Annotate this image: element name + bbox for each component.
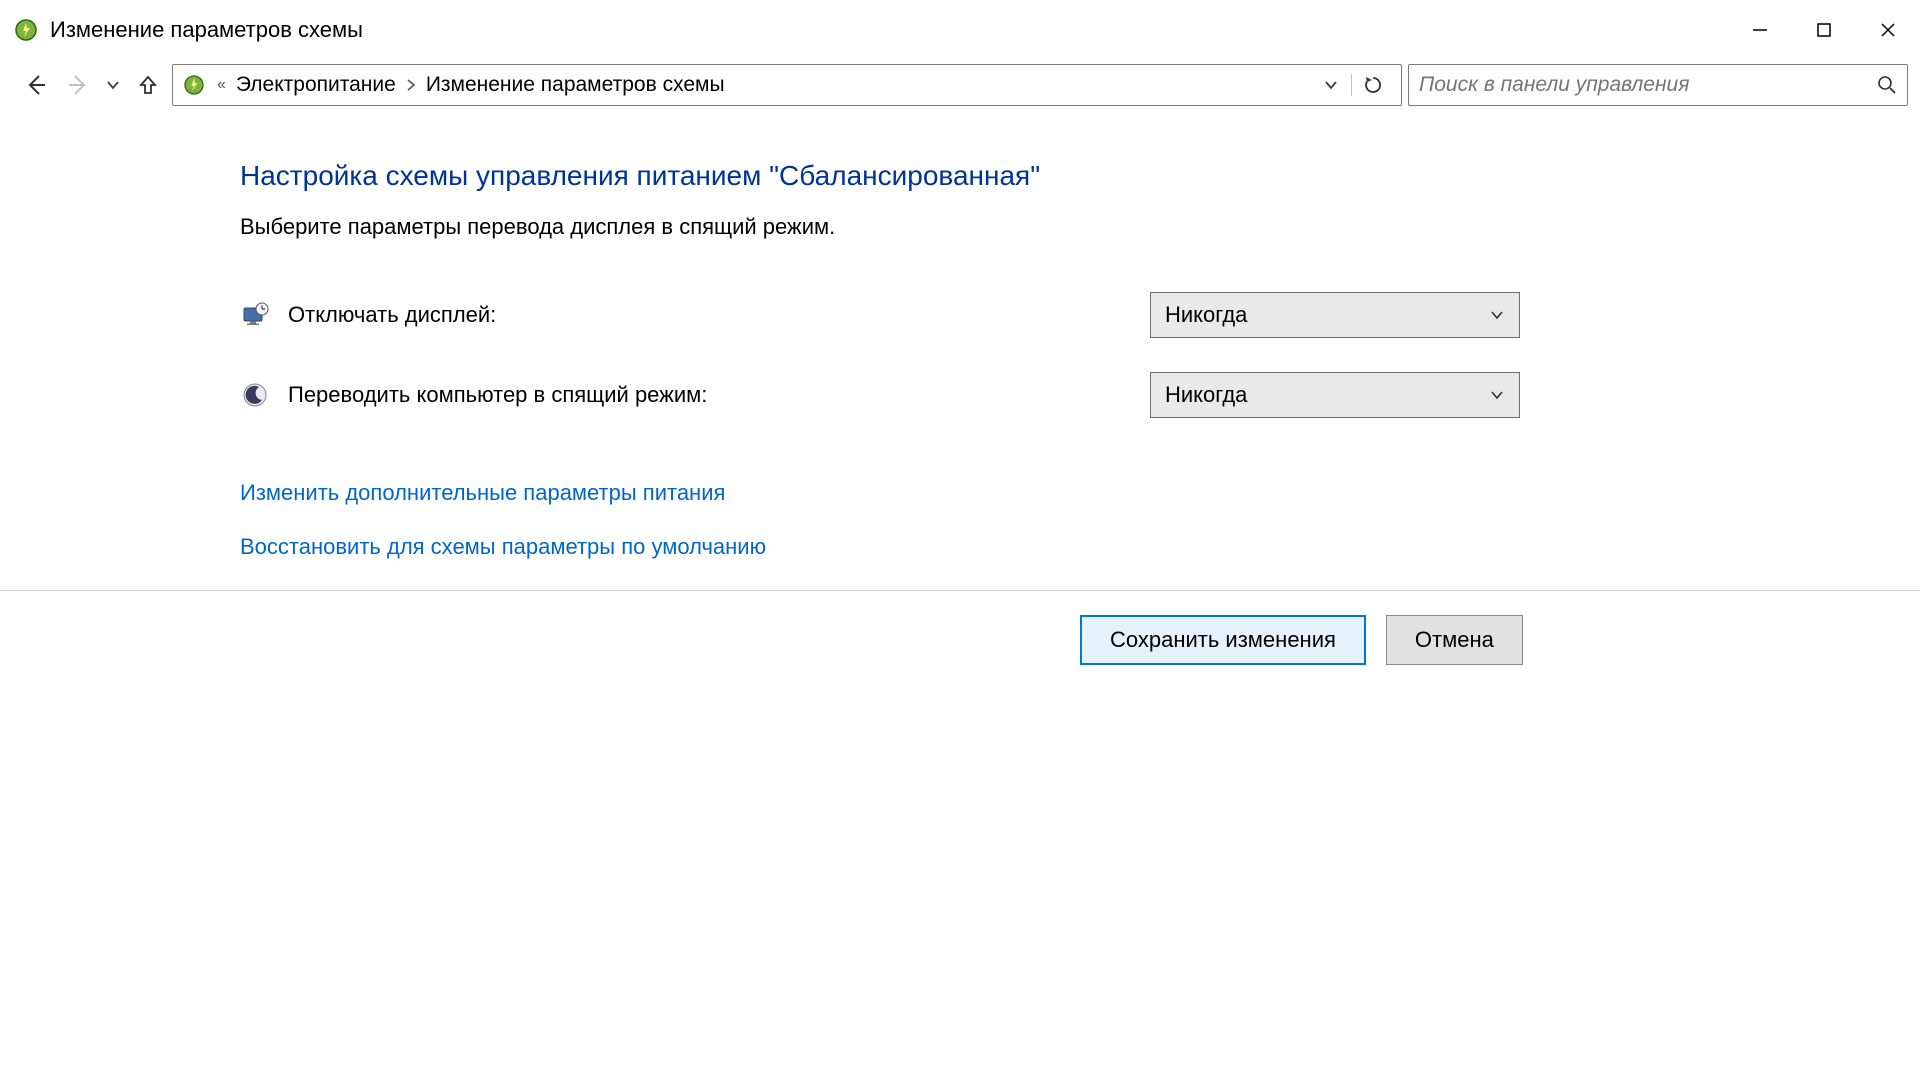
search-box[interactable] bbox=[1408, 64, 1908, 106]
breadcrumb[interactable]: « Электропитание Изменение параметров сх… bbox=[172, 64, 1402, 106]
refresh-button[interactable] bbox=[1351, 74, 1393, 96]
nav-up-button[interactable] bbox=[130, 64, 166, 106]
window-controls bbox=[1728, 0, 1920, 60]
nav-history-dropdown[interactable] bbox=[102, 64, 124, 106]
sleep-select[interactable]: Никогда bbox=[1150, 372, 1520, 418]
page-subheading: Выберите параметры перевода дисплея в сп… bbox=[240, 214, 1920, 240]
button-row: Сохранить изменения Отмена bbox=[0, 591, 1920, 665]
minimize-button[interactable] bbox=[1728, 0, 1792, 60]
maximize-button[interactable] bbox=[1792, 0, 1856, 60]
chevron-down-icon bbox=[1489, 307, 1505, 323]
nav-forward-button[interactable] bbox=[60, 64, 96, 106]
search-input[interactable] bbox=[1419, 73, 1877, 97]
nav-back-button[interactable] bbox=[18, 64, 54, 106]
display-off-value: Никогда bbox=[1165, 302, 1247, 328]
power-plan-icon bbox=[12, 16, 40, 44]
close-button[interactable] bbox=[1856, 0, 1920, 60]
search-icon[interactable] bbox=[1877, 75, 1897, 95]
display-off-label: Отключать дисплей: bbox=[288, 302, 496, 328]
breadcrumb-dropdown-icon[interactable] bbox=[1318, 78, 1344, 92]
save-button[interactable]: Сохранить изменения bbox=[1080, 615, 1366, 665]
navbar: « Электропитание Изменение параметров сх… bbox=[0, 60, 1920, 110]
breadcrumb-seg-editplan[interactable]: Изменение параметров схемы bbox=[426, 73, 725, 97]
breadcrumb-seg-power[interactable]: Электропитание bbox=[236, 73, 396, 97]
content-area: Настройка схемы управления питанием "Сба… bbox=[0, 110, 1920, 560]
chevron-down-icon bbox=[1489, 387, 1505, 403]
link-advanced-power[interactable]: Изменить дополнительные параметры питани… bbox=[240, 480, 1920, 506]
breadcrumb-chevron-icon: « bbox=[215, 76, 228, 94]
page-heading: Настройка схемы управления питанием "Сба… bbox=[240, 160, 1920, 192]
display-off-select[interactable]: Никогда bbox=[1150, 292, 1520, 338]
sleep-value: Никогда bbox=[1165, 382, 1247, 408]
breadcrumb-chevron-icon bbox=[404, 78, 418, 92]
cancel-button[interactable]: Отмена bbox=[1386, 615, 1523, 665]
window-title: Изменение параметров схемы bbox=[50, 17, 363, 43]
links-section: Изменить дополнительные параметры питани… bbox=[240, 480, 1920, 560]
link-restore-defaults[interactable]: Восстановить для схемы параметры по умол… bbox=[240, 534, 1920, 560]
setting-row-sleep: Переводить компьютер в спящий режим: Ник… bbox=[240, 380, 1920, 410]
setting-row-display: Отключать дисплей: Никогда bbox=[240, 300, 1920, 330]
moon-icon bbox=[240, 380, 270, 410]
sleep-label: Переводить компьютер в спящий режим: bbox=[288, 382, 707, 408]
titlebar: Изменение параметров схемы bbox=[0, 0, 1920, 60]
monitor-timer-icon bbox=[240, 300, 270, 330]
power-plan-icon bbox=[181, 72, 207, 98]
